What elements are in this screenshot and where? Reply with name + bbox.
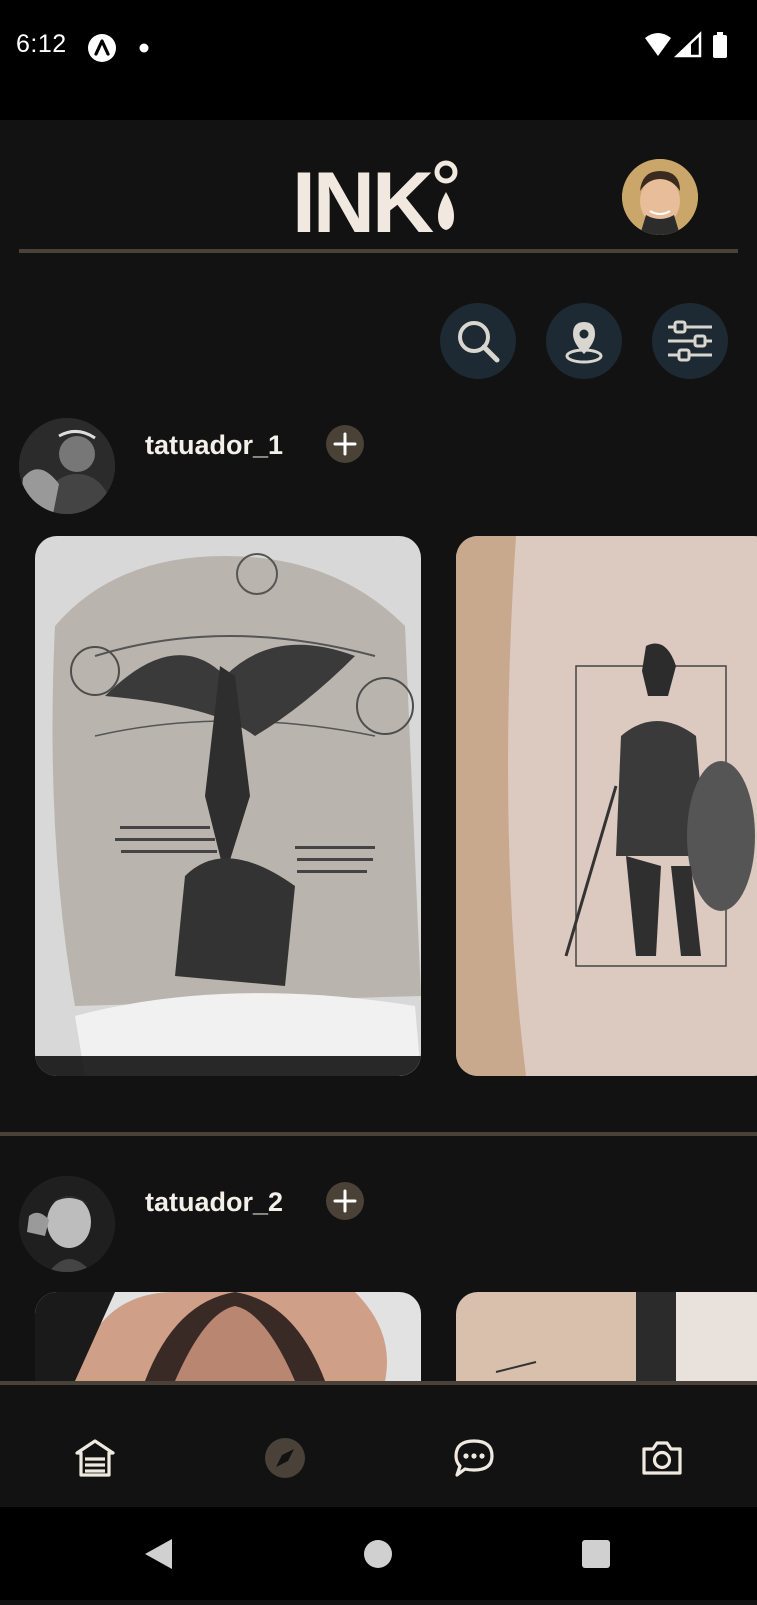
search-button[interactable] — [440, 303, 516, 379]
search-icon — [458, 321, 500, 363]
status-icons-right — [643, 30, 743, 69]
artist-avatar[interactable] — [19, 1176, 115, 1272]
tattoo-card[interactable] — [456, 1292, 757, 1381]
system-nav-bar — [0, 1507, 757, 1600]
user-avatar[interactable] — [622, 159, 698, 235]
recents-icon[interactable] — [582, 1540, 610, 1568]
filter-icon — [668, 320, 712, 362]
chat-icon — [454, 1439, 494, 1477]
nav-messages[interactable] — [452, 1436, 496, 1480]
app-logo: INK — [292, 155, 464, 251]
artist-name[interactable]: tatuador_1 — [145, 430, 283, 461]
status-icons-left — [88, 31, 168, 70]
status-time: 6:12 — [16, 30, 67, 58]
tattoo-card[interactable] — [456, 536, 757, 1076]
location-icon — [565, 322, 603, 364]
signal-icon — [673, 31, 702, 58]
home-circle-icon[interactable] — [364, 1540, 392, 1568]
follow-button[interactable] — [326, 425, 364, 463]
header-divider — [19, 249, 738, 253]
tattoo-image-back-piece — [35, 536, 421, 1076]
camera-icon — [642, 1441, 682, 1475]
section-divider — [0, 1132, 757, 1136]
tattoo-image-skin — [456, 1292, 757, 1381]
back-icon[interactable] — [145, 1539, 172, 1569]
tattoo-image-geometric — [35, 1292, 421, 1381]
artist-avatar[interactable] — [19, 418, 115, 514]
status-bar: 6:12 — [0, 0, 757, 120]
battery-icon — [713, 32, 727, 58]
tattoo-image-spartan — [456, 536, 757, 1076]
nav-home[interactable] — [73, 1436, 117, 1480]
compass-icon — [265, 1438, 305, 1478]
tattoo-card[interactable] — [35, 536, 421, 1076]
location-button[interactable] — [546, 303, 622, 379]
svg-text:INK: INK — [292, 158, 434, 240]
artist-name[interactable]: tatuador_2 — [145, 1187, 283, 1218]
nav-camera[interactable] — [640, 1436, 684, 1480]
home-icon — [75, 1439, 115, 1477]
dot-icon — [139, 43, 149, 53]
plus-icon — [333, 1189, 357, 1213]
plus-icon — [333, 432, 357, 456]
wifi-icon — [645, 33, 671, 56]
follow-button[interactable] — [326, 1182, 364, 1220]
filter-button[interactable] — [652, 303, 728, 379]
nav-explore[interactable] — [263, 1436, 307, 1480]
a-logo-icon — [88, 34, 116, 62]
tattoo-card[interactable] — [35, 1292, 421, 1381]
